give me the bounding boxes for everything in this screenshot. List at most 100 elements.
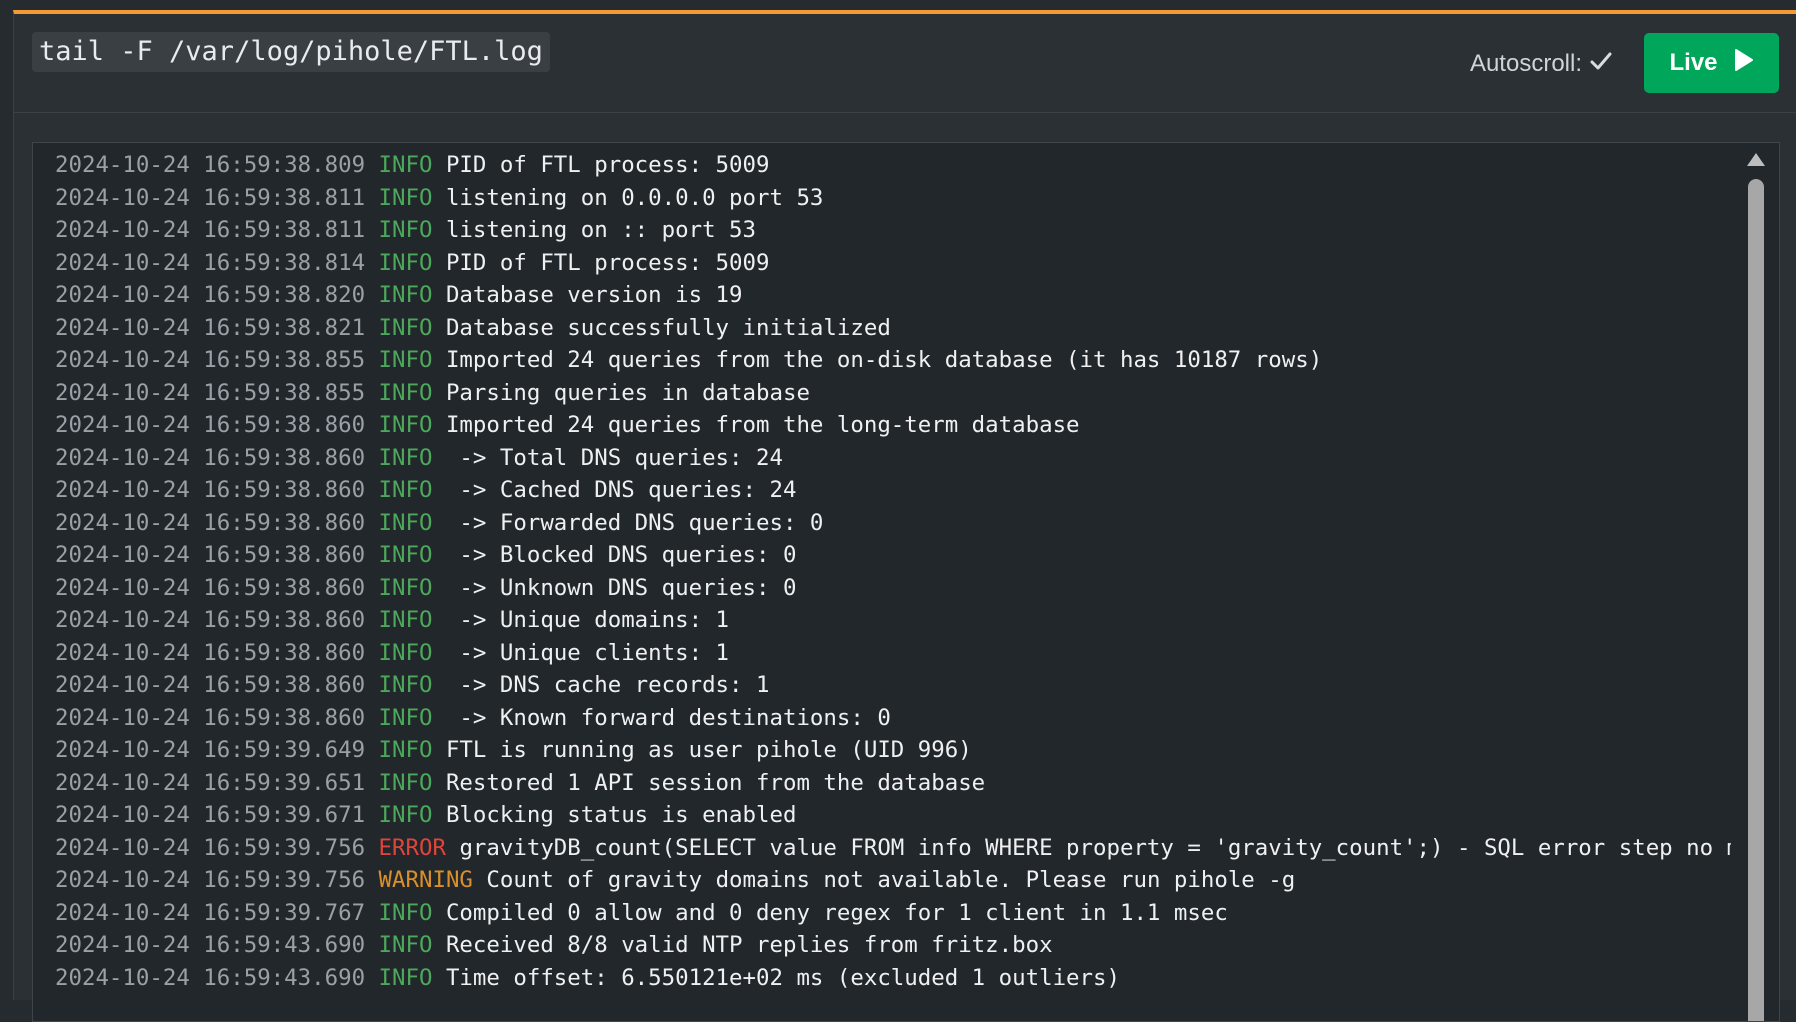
log-line: 2024-10-24 16:59:38.860 INFO -> Unique d… [55,604,1731,637]
log-level: ERROR [378,834,446,861]
log-line: 2024-10-24 16:59:39.649 INFO FTL is runn… [55,734,1731,767]
log-line: 2024-10-24 16:59:43.690 INFO Time offset… [55,962,1731,995]
log-timestamp: 2024-10-24 16:59:38.860 [55,542,366,568]
log-line: 2024-10-24 16:59:38.860 INFO -> Blocked … [55,539,1731,572]
log-timestamp: 2024-10-24 16:59:38.860 [55,704,366,731]
scrollbar[interactable] [1747,153,1765,1021]
log-line: 2024-10-24 16:59:38.809 INFO PID of FTL … [55,149,1731,182]
log-level: INFO [378,379,433,406]
log-level: INFO [378,152,433,178]
log-level: INFO [378,769,433,796]
log-timestamp: 2024-10-24 16:59:39.767 [55,899,366,926]
log-line: 2024-10-24 16:59:39.767 INFO Compiled 0 … [55,897,1731,930]
log-message: -> Unique clients: 1 [445,639,730,666]
log-lines: 2024-10-24 16:59:38.809 INFO PID of FTL … [55,149,1731,994]
log-timestamp: 2024-10-24 16:59:38.860 [55,574,366,601]
log-level: INFO [378,542,433,568]
log-timestamp: 2024-10-24 16:59:38.860 [55,412,366,438]
log-line: 2024-10-24 16:59:38.855 INFO Imported 24… [55,344,1731,377]
log-line: 2024-10-24 16:59:43.690 INFO Received 8/… [55,929,1731,962]
log-level: INFO [378,574,433,601]
log-line: 2024-10-24 16:59:38.811 INFO listening o… [55,214,1731,247]
log-level: INFO [378,184,433,211]
chevron-up-icon[interactable] [1747,153,1765,166]
log-line: 2024-10-24 16:59:39.671 INFO Blocking st… [55,799,1731,832]
log-message: FTL is running as user pihole (UID 996) [445,737,972,763]
log-line: 2024-10-24 16:59:39.756 ERROR gravityDB_… [55,832,1731,865]
log-message: Count of gravity domains not available. … [486,867,1296,893]
log-message: Compiled 0 allow and 0 deny regex for 1 … [445,899,1228,926]
play-icon [1734,48,1754,79]
scrollbar-thumb[interactable] [1748,179,1764,1021]
log-line: 2024-10-24 16:59:38.860 INFO -> Forwarde… [55,507,1731,540]
log-message: Blocking status is enabled [445,802,797,828]
log-level: INFO [378,509,433,536]
log-level: INFO [378,477,433,503]
log-level: WARNING [378,867,473,893]
log-level: INFO [378,249,433,276]
log-message: -> Forwarded DNS queries: 0 [445,509,824,536]
log-panel: tail -F /var/log/pihole/FTL.log Autoscro… [13,10,1796,1022]
log-line: 2024-10-24 16:59:38.860 INFO -> Unknown … [55,572,1731,605]
log-timestamp: 2024-10-24 16:59:38.860 [55,509,366,536]
log-line: 2024-10-24 16:59:38.855 INFO Parsing que… [55,377,1731,410]
live-button-label: Live [1669,49,1718,76]
log-timestamp: 2024-10-24 16:59:38.814 [55,249,366,276]
log-line: 2024-10-24 16:59:38.860 INFO -> Known fo… [55,702,1731,735]
log-message: Imported 24 queries from the long-term d… [445,412,1080,438]
autoscroll-toggle[interactable]: Autoscroll: [1470,50,1612,78]
autoscroll-label: Autoscroll: [1469,50,1582,77]
log-level: INFO [378,607,433,633]
log-level: INFO [378,899,433,926]
log-level: INFO [378,412,433,438]
log-level: INFO [378,282,433,308]
log-message: -> Cached DNS queries: 24 [445,477,797,503]
log-message: Imported 24 queries from the on-disk dat… [445,347,1323,373]
log-message: -> Known forward destinations: 0 [445,704,891,731]
log-level: INFO [378,314,433,341]
log-timestamp: 2024-10-24 16:59:38.820 [55,282,366,308]
log-line: 2024-10-24 16:59:38.814 INFO PID of FTL … [55,247,1731,280]
log-timestamp: 2024-10-24 16:59:39.671 [55,802,366,828]
log-message: listening on :: port 53 [445,217,757,243]
log-message: gravityDB_count(SELECT value FROM info W… [459,834,1731,861]
log-level: INFO [378,964,433,991]
log-timestamp: 2024-10-24 16:59:38.860 [55,477,366,503]
log-timestamp: 2024-10-24 16:59:39.756 [55,867,366,893]
log-level: INFO [378,217,433,243]
log-line: 2024-10-24 16:59:38.860 INFO -> DNS cach… [55,669,1731,702]
log-message: PID of FTL process: 5009 [445,152,770,178]
log-timestamp: 2024-10-24 16:59:43.690 [55,932,366,958]
log-message: Time offset: 6.550121e+02 ms (excluded 1… [445,964,1120,991]
log-message: Database version is 19 [445,282,743,308]
log-timestamp: 2024-10-24 16:59:38.860 [55,672,366,698]
log-line: 2024-10-24 16:59:38.821 INFO Database su… [55,312,1731,345]
log-message: Received 8/8 valid NTP replies from frit… [445,932,1053,958]
log-message: PID of FTL process: 5009 [445,249,770,276]
command-title: tail -F /var/log/pihole/FTL.log [32,32,550,72]
log-level: INFO [378,347,433,373]
log-timestamp: 2024-10-24 16:59:38.821 [55,314,366,341]
log-timestamp: 2024-10-24 16:59:38.809 [55,152,366,178]
log-line: 2024-10-24 16:59:38.860 INFO -> Unique c… [55,637,1731,670]
log-timestamp: 2024-10-24 16:59:38.855 [55,347,366,373]
live-button[interactable]: Live [1644,33,1779,93]
log-message: -> Total DNS queries: 24 [445,444,783,471]
log-timestamp: 2024-10-24 16:59:38.860 [55,639,366,666]
log-line: 2024-10-24 16:59:39.651 INFO Restored 1 … [55,767,1731,800]
log-message: Database successfully initialized [445,314,891,341]
log-message: -> Unknown DNS queries: 0 [445,574,797,601]
log-level: INFO [378,639,433,666]
log-line: 2024-10-24 16:59:38.860 INFO -> Total DN… [55,442,1731,475]
log-line: 2024-10-24 16:59:38.820 INFO Database ve… [55,279,1731,312]
log-timestamp: 2024-10-24 16:59:38.855 [55,379,366,406]
log-level: INFO [378,444,433,471]
log-timestamp: 2024-10-24 16:59:43.690 [55,964,366,991]
log-message: listening on 0.0.0.0 port 53 [445,184,824,211]
log-line: 2024-10-24 16:59:38.860 INFO -> Cached D… [55,474,1731,507]
log-output[interactable]: 2024-10-24 16:59:38.809 INFO PID of FTL … [32,142,1780,1022]
log-timestamp: 2024-10-24 16:59:38.811 [55,217,366,243]
log-level: INFO [378,932,433,958]
log-message: -> Blocked DNS queries: 0 [445,542,797,568]
panel-header: tail -F /var/log/pihole/FTL.log Autoscro… [14,14,1796,113]
